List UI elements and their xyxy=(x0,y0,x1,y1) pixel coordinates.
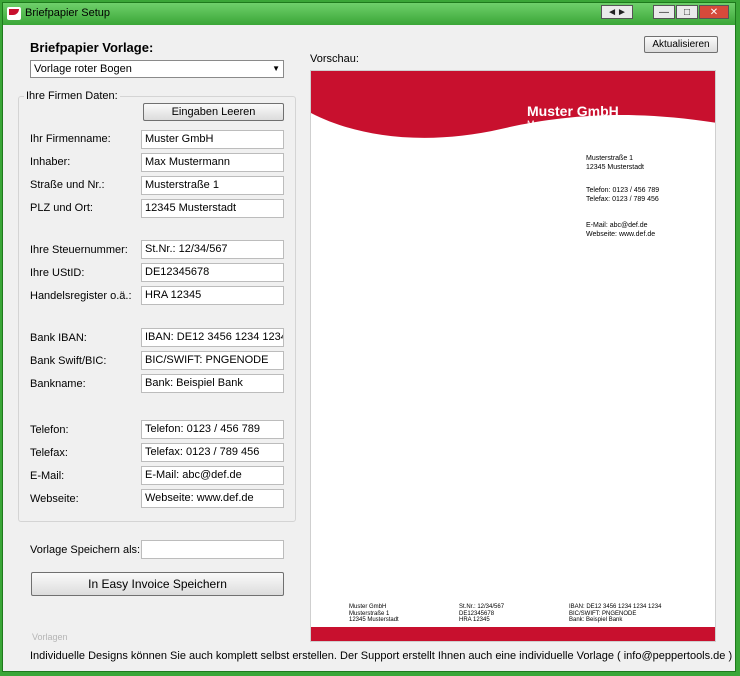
vat-id-input[interactable]: DE12345678 xyxy=(141,263,284,282)
preview-address: Musterstraße 1 12345 Musterstadt xyxy=(586,154,644,172)
owner-input[interactable]: Max Mustermann xyxy=(141,153,284,172)
preview-footer-col3: IBAN: DE12 3456 1234 1234 1234 BIC/SWIFT… xyxy=(569,604,661,624)
field-label-email: E-Mail: xyxy=(30,470,65,482)
header-wave-shape xyxy=(311,71,715,138)
template-heading: Briefpapier Vorlage: xyxy=(30,40,154,55)
preview-web: E-Mail: abc@def.de Webseite: www.def.de xyxy=(586,221,655,239)
clear-inputs-button[interactable]: Eingaben Leeren xyxy=(143,103,284,121)
window-title: Briefpapier Setup xyxy=(25,7,110,19)
close-icon[interactable]: ✕ xyxy=(699,5,729,19)
field-label-owner: Inhaber: xyxy=(30,156,71,168)
preview-contact-line: Telefax: 0123 / 789 456 xyxy=(586,196,659,203)
phone-input[interactable]: Telefon: 0123 / 456 789 xyxy=(141,420,284,439)
field-label-iban: Bank IBAN: xyxy=(30,332,87,344)
preview-web-line: E-Mail: abc@def.de xyxy=(586,222,648,229)
title-bar: Briefpapier Setup ◄► — □ ✕ xyxy=(3,3,735,25)
footer-line: IBAN: DE12 3456 1234 1234 1234 xyxy=(569,604,662,610)
preview-web-line: Webseite: www.def.de xyxy=(586,231,656,238)
preview-contact-line: Telefon: 0123 / 456 789 xyxy=(586,187,660,194)
bank-name-input[interactable]: Bank: Beispiel Bank xyxy=(141,374,284,393)
chevron-down-icon: ▼ xyxy=(272,64,280,73)
field-label-city: PLZ und Ort: xyxy=(30,202,93,214)
preview-label: Vorschau: xyxy=(310,53,359,65)
preview-footer-col1: Muster GmbH Musterstraße 1 12345 Musters… xyxy=(349,604,399,624)
footer-line: Bank: Beispiel Bank xyxy=(569,617,623,623)
register-input[interactable]: HRA 12345 xyxy=(141,286,284,305)
field-label-phone: Telefon: xyxy=(30,424,69,436)
field-label-register: Handelsregister o.ä.: xyxy=(30,290,132,302)
email-input[interactable]: E-Mail: abc@def.de xyxy=(141,466,284,485)
footer-line: St.Nr.: 12/34/567 xyxy=(459,604,505,610)
resize-icon[interactable]: ◄► xyxy=(601,5,633,19)
templates-label: Vorlagen xyxy=(32,632,68,642)
preview-address-line: Musterstraße 1 xyxy=(586,155,634,162)
field-label-fax: Telefax: xyxy=(30,447,68,459)
field-label-website: Webseite: xyxy=(30,493,79,505)
field-label-bank-name: Bankname: xyxy=(30,378,86,390)
maximize-icon[interactable]: □ xyxy=(676,5,698,19)
letterhead-preview: Muster GmbH Max Mustermann Musterstraße … xyxy=(310,70,716,642)
field-label-tax-number: Ihre Steuernummer: xyxy=(30,244,128,256)
city-input[interactable]: 12345 Musterstadt xyxy=(141,199,284,218)
tax-number-input[interactable]: St.Nr.: 12/34/567 xyxy=(141,240,284,259)
preview-footer-col2: St.Nr.: 12/34/567 DE12345678 HRA 12345 xyxy=(459,604,504,624)
save-template-input[interactable] xyxy=(141,540,284,559)
refresh-button[interactable]: Aktualisieren xyxy=(644,36,718,53)
letterhead-wave xyxy=(311,71,715,138)
template-select-value: Vorlage roter Bogen xyxy=(34,63,132,75)
iban-input[interactable]: IBAN: DE12 3456 1234 1234 xyxy=(141,328,284,347)
street-input[interactable]: Musterstraße 1 xyxy=(141,176,284,195)
footer-bar xyxy=(311,627,715,641)
company-data-label: Ihre Firmen Daten: xyxy=(24,90,120,102)
bic-input[interactable]: BIC/SWIFT: PNGENODE xyxy=(141,351,284,370)
template-select[interactable]: Vorlage roter Bogen ▼ xyxy=(30,60,284,78)
save-template-label: Vorlage Speichern als: xyxy=(30,544,141,556)
company-name-input[interactable]: Muster GmbH xyxy=(141,130,284,149)
field-label-vat-id: Ihre UStID: xyxy=(30,267,85,279)
field-label-bic: Bank Swift/BIC: xyxy=(30,355,107,367)
field-label-company-name: Ihr Firmenname: xyxy=(30,133,111,145)
minimize-icon[interactable]: — xyxy=(653,5,675,19)
field-label-street: Straße und Nr.: xyxy=(30,179,105,191)
preview-address-line: 12345 Musterstadt xyxy=(586,164,644,171)
app-icon xyxy=(7,7,21,20)
footer-line: HRA 12345 xyxy=(459,617,490,623)
fax-input[interactable]: Telefax: 0123 / 789 456 xyxy=(141,443,284,462)
preview-owner: Max Mustermann xyxy=(527,119,597,129)
support-info-text: Individuelle Designs können Sie auch kom… xyxy=(30,650,733,662)
preview-contact: Telefon: 0123 / 456 789 Telefax: 0123 / … xyxy=(586,186,659,204)
website-input[interactable]: Webseite: www.def.de xyxy=(141,489,284,508)
save-to-easy-invoice-button[interactable]: In Easy Invoice Speichern xyxy=(31,572,284,596)
footer-line: 12345 Musterstadt xyxy=(349,617,399,623)
preview-company-name: Muster GmbH xyxy=(527,103,619,119)
